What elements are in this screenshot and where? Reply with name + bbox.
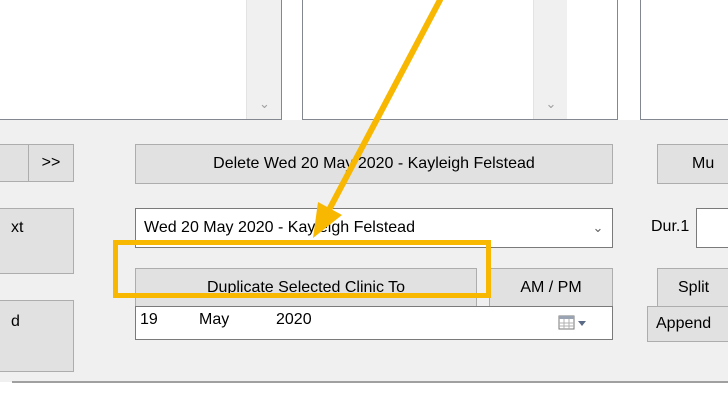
date-month[interactable]: May — [199, 311, 229, 329]
duplicate-date-picker[interactable]: 19 May 2020 — [135, 306, 613, 340]
delete-clinic-button-label: Delete Wed 20 May 2020 - Kayleigh Felste… — [213, 155, 535, 172]
clinic-list-middle[interactable]: ⌄ — [302, 0, 618, 120]
clinic-select-value: Wed 20 May 2020 - Kayleigh Felstead — [144, 219, 415, 236]
calendar-icon[interactable] — [558, 314, 588, 332]
nav-next-button[interactable]: >> — [28, 144, 74, 182]
am-pm-button-label: AM / PM — [520, 279, 582, 296]
clinic-list-right[interactable] — [640, 0, 728, 120]
split-button[interactable]: Split — [657, 268, 728, 308]
duration-label: Dur.1 — [651, 218, 690, 235]
duration-input[interactable] — [696, 208, 728, 248]
next-text-button-label: xt — [11, 219, 24, 236]
chevron-down-icon[interactable]: ⌄ — [247, 92, 282, 116]
append-button[interactable]: Append — [647, 306, 728, 342]
multi-button-label: Mu — [692, 155, 715, 172]
panel-divider — [12, 381, 728, 383]
append-button-label: Append — [656, 315, 712, 332]
next-button[interactable] — [0, 144, 30, 182]
clinic-list-left-scrollbar[interactable]: ⌄ — [246, 0, 281, 119]
delete-clinic-button[interactable]: Delete Wed 20 May 2020 - Kayleigh Felste… — [135, 144, 613, 184]
annotation-highlight-box — [113, 240, 491, 298]
date-day[interactable]: 19 — [140, 311, 158, 329]
clinic-list-middle-scrollbar[interactable]: ⌄ — [533, 0, 567, 119]
date-year[interactable]: 2020 — [276, 311, 312, 329]
split-button-label: Split — [678, 279, 710, 296]
multi-button[interactable]: Mu — [657, 144, 728, 184]
chevron-down-icon[interactable]: ⌄ — [584, 220, 612, 236]
am-pm-button[interactable]: AM / PM — [489, 268, 613, 308]
next-text-button[interactable]: xt — [0, 208, 74, 274]
chevron-down-icon[interactable]: ⌄ — [534, 92, 568, 116]
clinic-list-left[interactable]: ⌄ — [0, 0, 282, 120]
next-button-label: >> — [41, 154, 61, 171]
add-button-label: d — [11, 313, 20, 330]
add-button[interactable]: d — [0, 300, 74, 372]
